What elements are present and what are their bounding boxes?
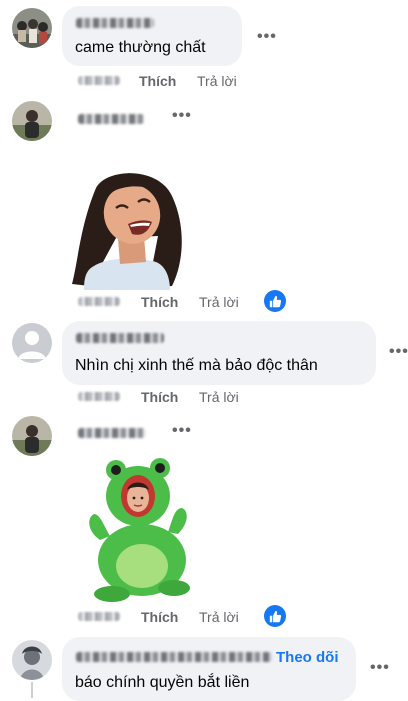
person-photo-avatar-icon (12, 640, 52, 680)
reply-button[interactable]: Trả lời (199, 294, 239, 310)
person-photo-avatar-icon (12, 416, 52, 456)
group-photo-avatar-icon (12, 8, 52, 48)
comment-text: báo chính quyền bắt liền (75, 674, 250, 691)
person-photo-avatar-icon (12, 101, 52, 141)
timestamp-blurred[interactable] (78, 76, 120, 85)
more-options-icon[interactable]: ••• (172, 422, 192, 440)
avatar[interactable] (12, 640, 52, 680)
avatar[interactable] (12, 416, 52, 456)
comment-bubble: came thường chất (62, 6, 242, 66)
avatar[interactable] (12, 101, 52, 141)
more-options-icon[interactable]: ••• (172, 107, 192, 125)
comment-text: Nhìn chị xinh thế mà bảo độc thân (75, 357, 318, 374)
sticker-laughing-woman (66, 166, 188, 290)
more-options-icon[interactable]: ••• (370, 659, 390, 677)
frog-costume-avatar-sticker-icon (89, 458, 190, 602)
default-profile-avatar-icon (12, 323, 52, 363)
sticker-frog-costume (78, 456, 194, 604)
like-button[interactable]: Thích (141, 609, 178, 625)
reply-button[interactable]: Trả lời (197, 73, 237, 89)
laughing-woman-avatar-sticker-icon (72, 173, 182, 290)
author-name-blurred[interactable] (78, 428, 146, 438)
comment-bubble: Theo dõi báo chính quyền bắt liền (62, 637, 356, 701)
avatar[interactable] (12, 8, 52, 48)
follow-button[interactable]: Theo dõi (276, 649, 339, 666)
author-name-blurred[interactable] (76, 652, 272, 662)
timestamp-blurred[interactable] (78, 612, 120, 621)
like-reaction-icon[interactable] (264, 605, 286, 627)
reply-button[interactable]: Trả lời (199, 389, 239, 405)
author-name-blurred[interactable] (78, 114, 144, 124)
like-button[interactable]: Thích (139, 73, 176, 89)
reply-button[interactable]: Trả lời (199, 609, 239, 625)
thread-connector-line (31, 682, 33, 698)
author-name-blurred[interactable] (76, 333, 164, 343)
timestamp-blurred[interactable] (78, 297, 120, 306)
like-reaction-icon[interactable] (264, 290, 286, 312)
comment-text: came thường chất (75, 39, 206, 56)
timestamp-blurred[interactable] (78, 392, 120, 401)
like-button[interactable]: Thích (141, 389, 178, 405)
comment-bubble: Nhìn chị xinh thế mà bảo độc thân (62, 321, 376, 385)
avatar[interactable] (12, 323, 52, 363)
more-options-icon[interactable]: ••• (389, 343, 408, 361)
like-button[interactable]: Thích (141, 294, 178, 310)
author-name-blurred[interactable] (76, 18, 154, 28)
more-options-icon[interactable]: ••• (257, 28, 277, 46)
